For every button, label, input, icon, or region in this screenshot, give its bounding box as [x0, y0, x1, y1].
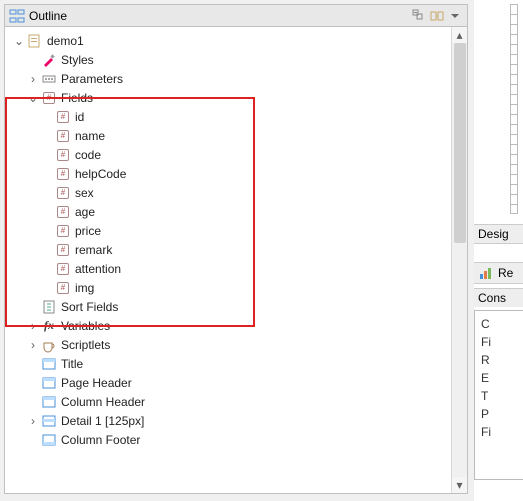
- tree-label: Page Header: [61, 376, 132, 390]
- sort-icon: [41, 299, 57, 315]
- right-panel-strip: Desig Re Cons C Fi R E T P Fi: [474, 0, 523, 501]
- tree-node-field[interactable]: # name: [9, 126, 467, 145]
- report-tab[interactable]: Re: [474, 262, 523, 284]
- chart-icon: [478, 265, 494, 281]
- tree-label: Scriptlets: [61, 338, 110, 352]
- right-list: C Fi R E T P Fi: [474, 310, 523, 480]
- field-icon: #: [55, 242, 71, 258]
- tree-label: remark: [75, 243, 112, 257]
- expand-icon[interactable]: ⌄: [13, 35, 25, 47]
- view-menu-icon[interactable]: [447, 8, 463, 24]
- link-editor-icon[interactable]: [429, 8, 445, 24]
- scroll-down-icon[interactable]: ▾: [452, 477, 467, 493]
- scroll-thumb[interactable]: [454, 43, 466, 243]
- tree-node-columnfooter[interactable]: Column Footer: [9, 430, 467, 449]
- tree-label: attention: [75, 262, 121, 276]
- ruler: [510, 4, 518, 214]
- tree-label: Detail 1 [125px]: [61, 414, 144, 428]
- designer-tab[interactable]: Desig: [474, 224, 523, 244]
- field-icon: #: [55, 261, 71, 277]
- band-icon: [41, 375, 57, 391]
- tree-node-field[interactable]: # helpCode: [9, 164, 467, 183]
- tree-label: Column Header: [61, 395, 145, 409]
- tree-label: helpCode: [75, 167, 126, 181]
- tree-node-fields[interactable]: ⌄ # Fields: [9, 88, 467, 107]
- list-item[interactable]: R: [475, 351, 523, 369]
- styles-icon: [41, 52, 57, 68]
- tree-label: Styles: [61, 53, 94, 67]
- tree-node-field[interactable]: # code: [9, 145, 467, 164]
- tree-node-field[interactable]: # attention: [9, 259, 467, 278]
- tree-node-field[interactable]: # age: [9, 202, 467, 221]
- field-icon: #: [55, 223, 71, 239]
- list-item[interactable]: E: [475, 369, 523, 387]
- expand-icon[interactable]: ›: [27, 73, 39, 85]
- expand-icon[interactable]: ›: [27, 415, 39, 427]
- console-tab[interactable]: Cons: [474, 288, 523, 307]
- outline-toolbar: Outline: [5, 5, 467, 27]
- list-item[interactable]: P: [475, 405, 523, 423]
- tree-label: Column Footer: [61, 433, 140, 447]
- tree-node-columnheader[interactable]: Column Header: [9, 392, 467, 411]
- band-icon: [41, 356, 57, 372]
- tree-node-pageheader[interactable]: Page Header: [9, 373, 467, 392]
- tree-label: Fields: [61, 91, 93, 105]
- field-icon: #: [55, 166, 71, 182]
- tree-node-field[interactable]: # img: [9, 278, 467, 297]
- tree-node-field[interactable]: # id: [9, 107, 467, 126]
- tree-label: img: [75, 281, 94, 295]
- outline-tree[interactable]: ⌄ demo1 Styles › Parameters ⌄ # Fields #…: [5, 27, 467, 493]
- tree-node-root[interactable]: ⌄ demo1: [9, 31, 467, 50]
- variables-icon: fx: [41, 318, 57, 334]
- tree-node-variables[interactable]: › fx Variables: [9, 316, 467, 335]
- field-icon: #: [55, 109, 71, 125]
- tree-label: price: [75, 224, 101, 238]
- tree-node-sortfields[interactable]: Sort Fields: [9, 297, 467, 316]
- scriptlets-icon: [41, 337, 57, 353]
- list-item[interactable]: T: [475, 387, 523, 405]
- tree-label: Parameters: [61, 72, 123, 86]
- expand-icon[interactable]: ›: [27, 320, 39, 332]
- expand-icon[interactable]: ›: [27, 339, 39, 351]
- tree-node-field[interactable]: # sex: [9, 183, 467, 202]
- band-icon: [41, 394, 57, 410]
- field-icon: #: [55, 147, 71, 163]
- tree-label: Variables: [61, 319, 110, 333]
- tree-node-field[interactable]: # remark: [9, 240, 467, 259]
- scroll-up-icon[interactable]: ▴: [452, 27, 467, 43]
- list-item[interactable]: C: [475, 315, 523, 333]
- tree-node-detail[interactable]: › Detail 1 [125px]: [9, 411, 467, 430]
- tree-label: id: [75, 110, 84, 124]
- parameters-icon: [41, 71, 57, 87]
- tree-label: Title: [61, 357, 83, 371]
- tree-label: age: [75, 205, 95, 219]
- field-icon: #: [55, 204, 71, 220]
- list-item[interactable]: Fi: [475, 333, 523, 351]
- field-icon: #: [55, 280, 71, 296]
- tree-node-styles[interactable]: Styles: [9, 50, 467, 69]
- tree-node-parameters[interactable]: › Parameters: [9, 69, 467, 88]
- outline-icon: [9, 8, 25, 24]
- fields-icon: #: [41, 90, 57, 106]
- field-icon: #: [55, 128, 71, 144]
- tree-node-field[interactable]: # price: [9, 221, 467, 240]
- outline-panel: Outline ⌄ demo1 Styles › Parameters ⌄ # …: [4, 4, 468, 494]
- scrollbar[interactable]: ▴ ▾: [451, 27, 467, 493]
- tree-node-title[interactable]: Title: [9, 354, 467, 373]
- report-icon: [27, 33, 43, 49]
- collapse-all-icon[interactable]: [411, 8, 427, 24]
- list-item[interactable]: Fi: [475, 423, 523, 441]
- band-icon: [41, 413, 57, 429]
- expand-icon[interactable]: ⌄: [27, 92, 39, 104]
- tree-label: name: [75, 129, 105, 143]
- field-icon: #: [55, 185, 71, 201]
- tree-node-scriptlets[interactable]: › Scriptlets: [9, 335, 467, 354]
- tree-label: demo1: [47, 34, 84, 48]
- band-icon: [41, 432, 57, 448]
- tree-label: sex: [75, 186, 94, 200]
- tree-label: code: [75, 148, 101, 162]
- tree-label: Sort Fields: [61, 300, 118, 314]
- outline-title: Outline: [29, 9, 67, 23]
